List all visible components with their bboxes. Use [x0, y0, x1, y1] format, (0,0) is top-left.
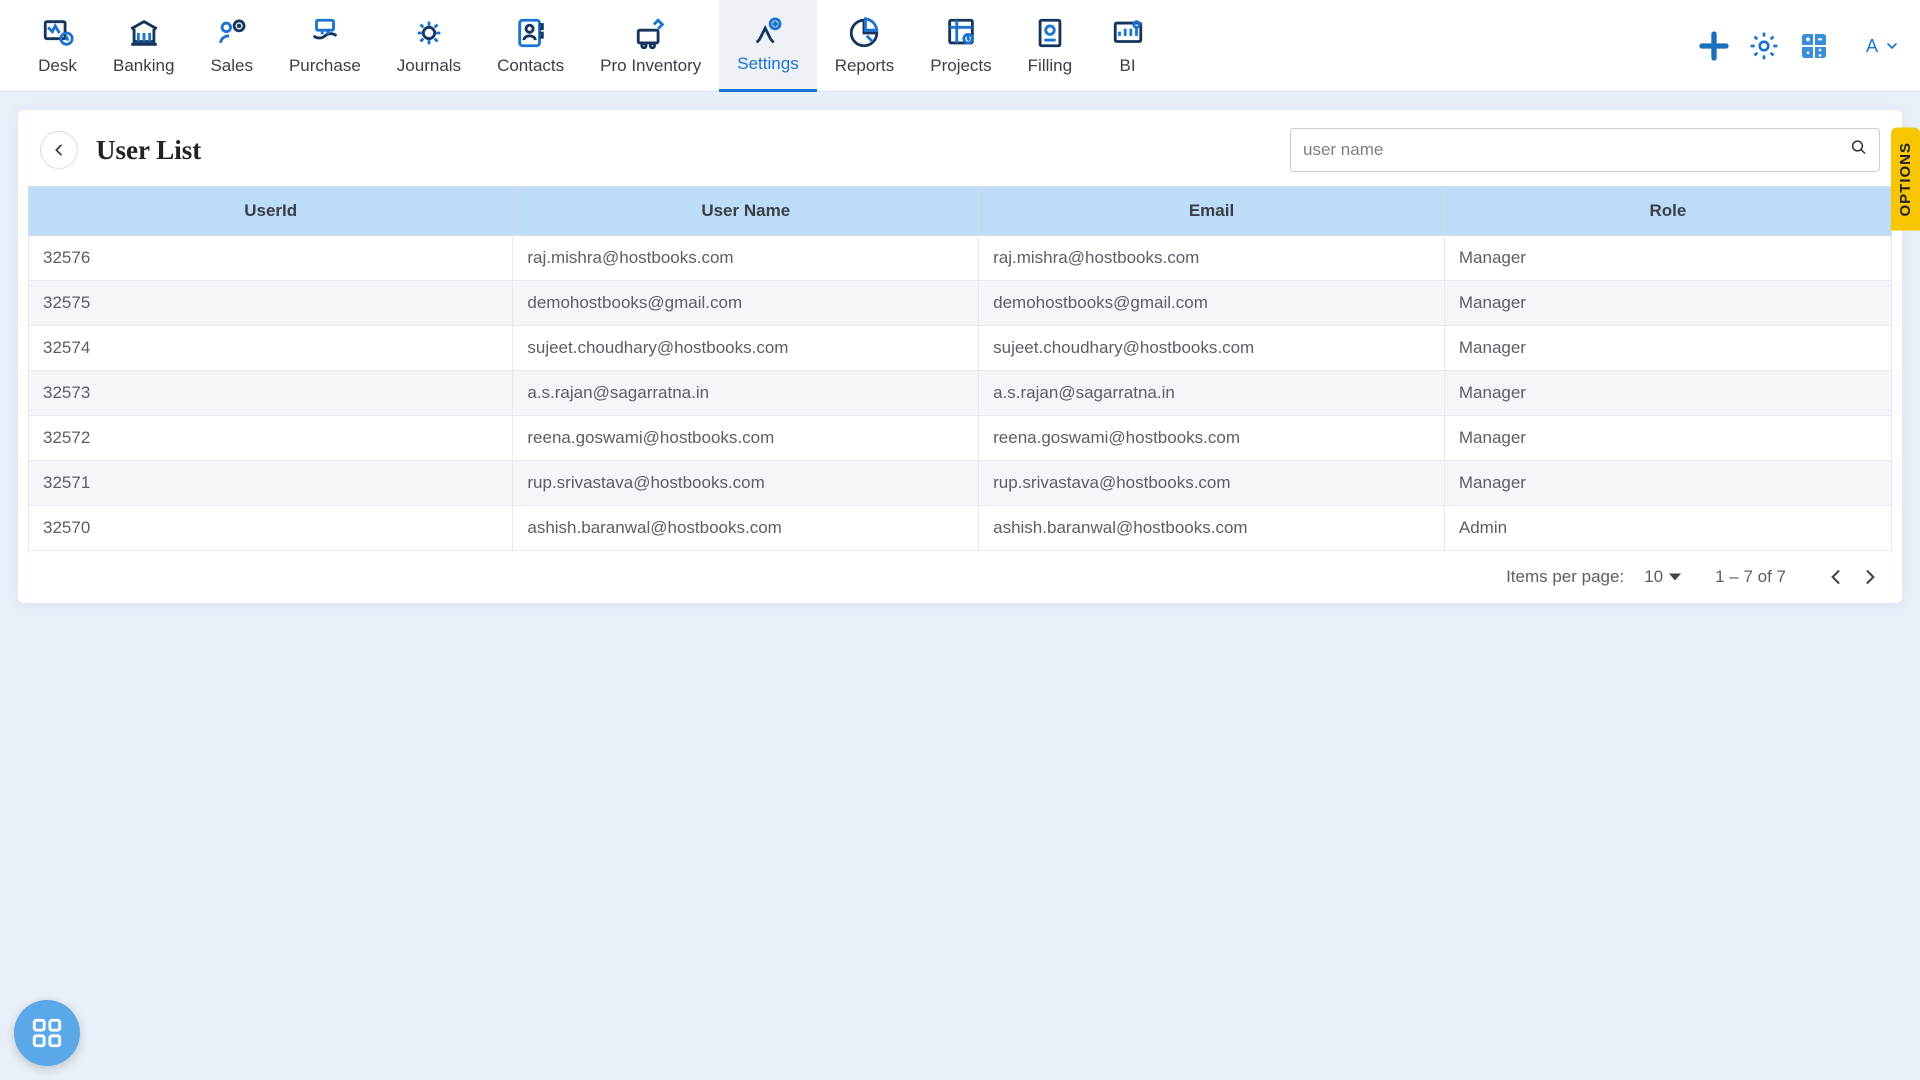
reports-icon: [847, 16, 881, 50]
settings-icon: [751, 14, 785, 48]
nav-label: Sales: [210, 56, 253, 76]
nav-label: Purchase: [289, 56, 361, 76]
table-row[interactable]: 32575demohostbooks@gmail.comdemohostbook…: [29, 281, 1892, 326]
cell-userid: 32574: [29, 326, 513, 371]
cell-role: Manager: [1444, 416, 1891, 461]
cell-username: raj.mishra@hostbooks.com: [513, 236, 979, 281]
nav-item-filling[interactable]: Filling: [1010, 0, 1090, 92]
nav-label: Projects: [930, 56, 991, 76]
nav-item-desk[interactable]: Desk: [20, 0, 95, 92]
journals-icon: [412, 16, 446, 50]
add-button[interactable]: [1698, 30, 1730, 62]
nav-label: Contacts: [497, 56, 564, 76]
nav-item-journals[interactable]: Journals: [379, 0, 479, 92]
nav-label: Journals: [397, 56, 461, 76]
chevron-left-icon: [51, 142, 67, 158]
items-per-page-label: Items per page:: [1506, 567, 1624, 587]
nav-item-projects[interactable]: Projects: [912, 0, 1009, 92]
nav-label: Pro Inventory: [600, 56, 701, 76]
nav-item-bi[interactable]: BI: [1090, 0, 1165, 92]
bi-icon: [1111, 16, 1145, 50]
table-row[interactable]: 32576raj.mishra@hostbooks.comraj.mishra@…: [29, 236, 1892, 281]
user-table: UserIdUser NameEmailRole 32576raj.mishra…: [28, 186, 1892, 551]
page-title: User List: [96, 135, 201, 166]
cell-userid: 32575: [29, 281, 513, 326]
nav-item-contacts[interactable]: Contacts: [479, 0, 582, 92]
banking-icon: [127, 16, 161, 50]
cell-role: Admin: [1444, 506, 1891, 551]
nav-item-pro-inventory[interactable]: Pro Inventory: [582, 0, 719, 92]
page-next-button[interactable]: [1860, 567, 1880, 587]
search-icon: [1850, 139, 1868, 162]
profile-letter: A: [1866, 36, 1878, 57]
desk-icon: [41, 16, 75, 50]
cell-email: reena.goswami@hostbooks.com: [979, 416, 1445, 461]
settings-gear-button[interactable]: [1748, 30, 1780, 62]
table-row[interactable]: 32571rup.srivastava@hostbooks.comrup.sri…: [29, 461, 1892, 506]
profile-dropdown[interactable]: A: [1866, 36, 1900, 57]
nav-label: Settings: [737, 54, 798, 74]
nav-label: Desk: [38, 56, 77, 76]
apps-grid-icon: [30, 1016, 64, 1050]
purchase-icon: [308, 16, 342, 50]
cell-username: demohostbooks@gmail.com: [513, 281, 979, 326]
cell-username: rup.srivastava@hostbooks.com: [513, 461, 979, 506]
chevron-down-icon: [1884, 38, 1900, 54]
top-nav: Desk Banking Sales Purchase Journals Contacts…: [0, 0, 1920, 92]
table-row[interactable]: 32570ashish.baranwal@hostbooks.comashish…: [29, 506, 1892, 551]
col-header-user-name[interactable]: User Name: [513, 187, 979, 236]
pro-inventory-icon: [634, 16, 668, 50]
col-header-email[interactable]: Email: [979, 187, 1445, 236]
filling-icon: [1033, 16, 1067, 50]
cell-role: Manager: [1444, 461, 1891, 506]
search-input[interactable]: [1290, 128, 1880, 172]
cell-username: a.s.rajan@sagarratna.in: [513, 371, 979, 416]
user-list-card: User List UserIdUser NameEmailRole 32576…: [18, 110, 1902, 603]
cell-role: Manager: [1444, 371, 1891, 416]
projects-icon: [944, 16, 978, 50]
table-row[interactable]: 32573a.s.rajan@sagarratna.ina.s.rajan@sa…: [29, 371, 1892, 416]
items-per-page-select[interactable]: 10: [1644, 567, 1663, 587]
contacts-icon: [514, 16, 548, 50]
col-header-userid[interactable]: UserId: [29, 187, 513, 236]
cell-role: Manager: [1444, 281, 1891, 326]
nav-label: Filling: [1028, 56, 1072, 76]
nav-item-banking[interactable]: Banking: [95, 0, 192, 92]
cell-username: sujeet.choudhary@hostbooks.com: [513, 326, 979, 371]
cell-email: demohostbooks@gmail.com: [979, 281, 1445, 326]
nav-item-sales[interactable]: Sales: [192, 0, 271, 92]
nav-label: Banking: [113, 56, 174, 76]
calculator-button[interactable]: [1798, 30, 1830, 62]
back-button[interactable]: [40, 131, 78, 169]
nav-label: BI: [1120, 56, 1136, 76]
nav-item-purchase[interactable]: Purchase: [271, 0, 379, 92]
cell-userid: 32571: [29, 461, 513, 506]
cell-email: rup.srivastava@hostbooks.com: [979, 461, 1445, 506]
table-row[interactable]: 32574sujeet.choudhary@hostbooks.comsujee…: [29, 326, 1892, 371]
pagination: Items per page: 10 1 – 7 of 7: [18, 551, 1902, 603]
cell-email: raj.mishra@hostbooks.com: [979, 236, 1445, 281]
cell-role: Manager: [1444, 236, 1891, 281]
cell-email: ashish.baranwal@hostbooks.com: [979, 506, 1445, 551]
cell-role: Manager: [1444, 326, 1891, 371]
options-side-tab[interactable]: OPTIONS: [1891, 128, 1920, 231]
cell-userid: 32570: [29, 506, 513, 551]
col-header-role[interactable]: Role: [1444, 187, 1891, 236]
sales-icon: [215, 16, 249, 50]
page-prev-button[interactable]: [1826, 567, 1846, 587]
nav-item-settings[interactable]: Settings: [719, 0, 816, 92]
cell-userid: 32572: [29, 416, 513, 461]
page-range: 1 – 7 of 7: [1715, 567, 1786, 587]
cell-username: reena.goswami@hostbooks.com: [513, 416, 979, 461]
cell-email: a.s.rajan@sagarratna.in: [979, 371, 1445, 416]
nav-item-reports[interactable]: Reports: [817, 0, 913, 92]
table-row[interactable]: 32572reena.goswami@hostbooks.comreena.go…: [29, 416, 1892, 461]
cell-userid: 32576: [29, 236, 513, 281]
cell-email: sujeet.choudhary@hostbooks.com: [979, 326, 1445, 371]
nav-label: Reports: [835, 56, 895, 76]
cell-username: ashish.baranwal@hostbooks.com: [513, 506, 979, 551]
top-right-actions: A: [1698, 0, 1900, 92]
cell-userid: 32573: [29, 371, 513, 416]
apps-fab-button[interactable]: [14, 1000, 80, 1066]
